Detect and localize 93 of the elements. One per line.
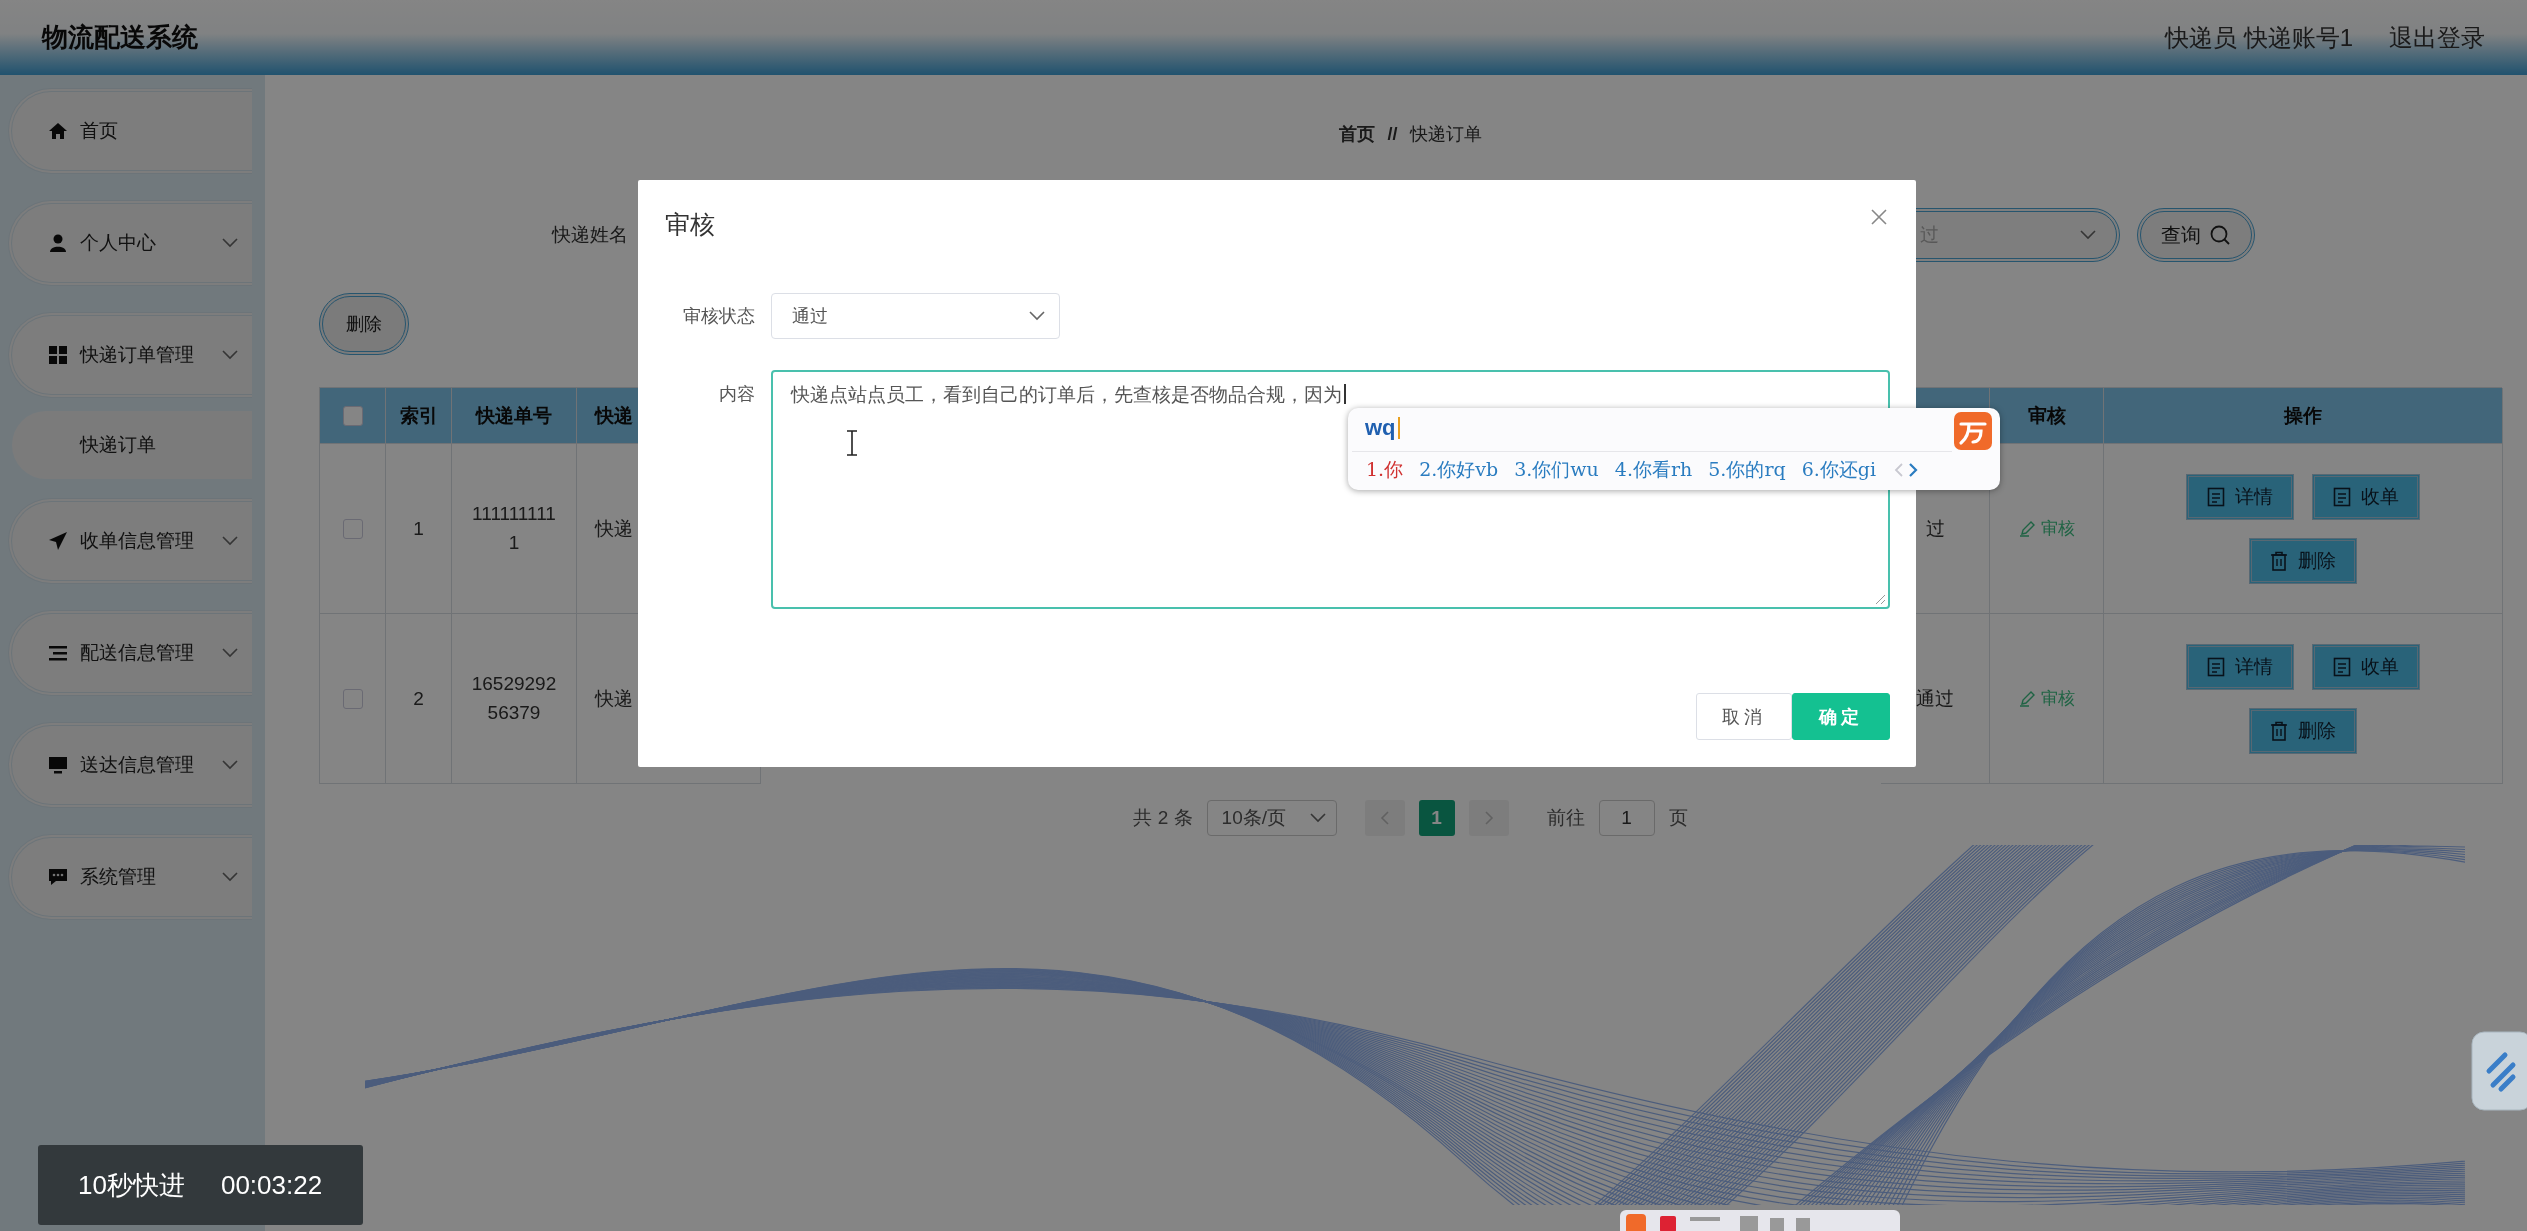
receive-button[interactable]: 收单 bbox=[2312, 643, 2420, 690]
monitor-icon bbox=[48, 755, 68, 775]
table-cell-text: 快递 bbox=[595, 516, 633, 541]
sidebar-item[interactable]: 送达信息管理 bbox=[8, 722, 252, 808]
table-cell-text: 通过 bbox=[1916, 686, 1954, 711]
cancel-button[interactable]: 取消 bbox=[1696, 693, 1792, 740]
ime-candidate[interactable]: 3.你们wu bbox=[1514, 457, 1599, 483]
delete-button[interactable]: 删除 bbox=[2249, 537, 2357, 584]
table-cell-text: 1652929256379 bbox=[470, 672, 558, 725]
chevron-down-icon bbox=[1309, 813, 1326, 823]
pencil-icon bbox=[2018, 520, 2035, 537]
sidebar-item[interactable]: 个人中心 bbox=[8, 200, 252, 286]
chat-icon bbox=[48, 867, 68, 887]
ime-candidate[interactable]: 2.你好vb bbox=[1419, 457, 1499, 483]
prev-page-button[interactable] bbox=[1364, 800, 1405, 836]
goto-page-field[interactable]: 1 bbox=[1598, 800, 1655, 836]
search-icon bbox=[2209, 224, 2231, 246]
breadcrumb-separator: // bbox=[1387, 123, 1398, 145]
chevron-right-icon[interactable] bbox=[1908, 462, 1918, 478]
ime-logo-icon bbox=[1954, 412, 1992, 450]
video-seek-toast: 10秒快进 00:03:22 bbox=[38, 1145, 363, 1225]
search-label: 快递姓名 bbox=[552, 223, 628, 247]
chevron-down-icon bbox=[222, 760, 238, 770]
column-header: 快递单号 bbox=[452, 388, 577, 444]
resize-grip-icon[interactable] bbox=[1874, 593, 1886, 605]
table-cell-text: 1111111111 bbox=[471, 502, 557, 555]
table-cell-text: 快递 bbox=[595, 686, 633, 711]
field-label: 审核状态 bbox=[682, 305, 756, 328]
chevron-down-icon bbox=[222, 536, 238, 546]
page-button[interactable]: 1 bbox=[1418, 800, 1455, 836]
details-button[interactable]: 详情 bbox=[2186, 643, 2294, 690]
chevron-right-icon bbox=[1483, 811, 1494, 825]
dialog-title: 审核 bbox=[665, 209, 715, 240]
logout-link[interactable]: 退出登录 bbox=[2389, 21, 2485, 54]
chevron-left-icon bbox=[1379, 811, 1390, 825]
close-icon[interactable] bbox=[1870, 208, 1888, 226]
chevron-down-icon bbox=[1029, 311, 1045, 321]
user-info: 快递员 快递账号1 bbox=[2165, 22, 2353, 53]
sidebar-item[interactable]: 首页 bbox=[8, 88, 252, 174]
ime-candidate[interactable]: 4.你看rh bbox=[1614, 457, 1693, 483]
column-header: 操作 bbox=[2104, 388, 2503, 444]
chevron-down-icon bbox=[222, 350, 238, 360]
row-checkbox[interactable] bbox=[342, 688, 363, 709]
next-page-button[interactable] bbox=[1468, 800, 1509, 836]
details-button[interactable]: 详情 bbox=[2186, 473, 2294, 520]
document-icon bbox=[2207, 656, 2225, 677]
query-button[interactable]: 查询 bbox=[2137, 208, 2255, 262]
breadcrumb-item: 快递订单 bbox=[1409, 123, 1482, 146]
chevron-down-icon bbox=[222, 872, 238, 882]
confirm-button[interactable]: 确定 bbox=[1792, 693, 1890, 740]
table-cell: 2 bbox=[413, 687, 424, 710]
chevron-down-icon bbox=[222, 238, 238, 248]
select-all-checkbox[interactable] bbox=[342, 405, 363, 426]
status-select[interactable]: 通过 bbox=[771, 293, 1060, 339]
goto-label: 前往 bbox=[1546, 806, 1585, 830]
trash-icon bbox=[2270, 550, 2288, 571]
receive-button[interactable]: 收单 bbox=[2312, 473, 2420, 520]
breadcrumb-item[interactable]: 首页 bbox=[1339, 122, 1376, 146]
floating-tool-icon[interactable] bbox=[2471, 1031, 2527, 1111]
ime-candidate[interactable]: 5.你的rq bbox=[1708, 457, 1786, 483]
ime-toolbar-drawing[interactable] bbox=[1620, 1210, 1900, 1231]
sidebar-item[interactable]: 系统管理 bbox=[8, 834, 252, 920]
column-header: 索引 bbox=[386, 388, 452, 444]
total-count: 共 2 条 bbox=[1133, 806, 1193, 830]
delete-button[interactable]: 删除 bbox=[2249, 707, 2357, 754]
page-size-select[interactable]: 10条/页 bbox=[1206, 800, 1337, 836]
page-label: 页 bbox=[1668, 806, 1688, 830]
delete-button[interactable]: 删除 bbox=[319, 293, 409, 355]
paper-plane-icon bbox=[48, 531, 68, 551]
sidebar-item[interactable]: 快递订单管理 bbox=[8, 312, 252, 398]
table-cell-text: 过 bbox=[1925, 516, 1945, 541]
row-checkbox[interactable] bbox=[342, 518, 363, 539]
chevron-down-icon bbox=[222, 648, 238, 658]
grid-icon bbox=[48, 345, 68, 365]
chevron-down-icon bbox=[2080, 230, 2096, 240]
user-icon bbox=[48, 233, 68, 253]
list-icon bbox=[48, 643, 68, 663]
document-icon bbox=[2207, 486, 2225, 507]
ime-candidate[interactable]: 1.你 bbox=[1366, 457, 1404, 483]
ime-candidate[interactable]: 6.你还gi bbox=[1801, 457, 1876, 483]
table-cell: 1 bbox=[413, 517, 424, 540]
column-header: 审核 bbox=[1990, 388, 2104, 444]
trash-icon bbox=[2270, 720, 2288, 741]
app-title: 物流配送系统 bbox=[42, 21, 198, 54]
home-icon bbox=[48, 121, 68, 141]
pencil-icon bbox=[2018, 690, 2035, 707]
document-icon bbox=[2333, 656, 2351, 677]
sidebar-subitem[interactable]: 快递订单 bbox=[12, 411, 252, 479]
sidebar-item[interactable]: 配送信息管理 bbox=[8, 610, 252, 696]
sidebar-item[interactable]: 收单信息管理 bbox=[8, 498, 252, 584]
ime-composition: wq bbox=[1365, 415, 1396, 441]
text-cursor-icon bbox=[846, 430, 858, 456]
document-icon bbox=[2333, 486, 2351, 507]
